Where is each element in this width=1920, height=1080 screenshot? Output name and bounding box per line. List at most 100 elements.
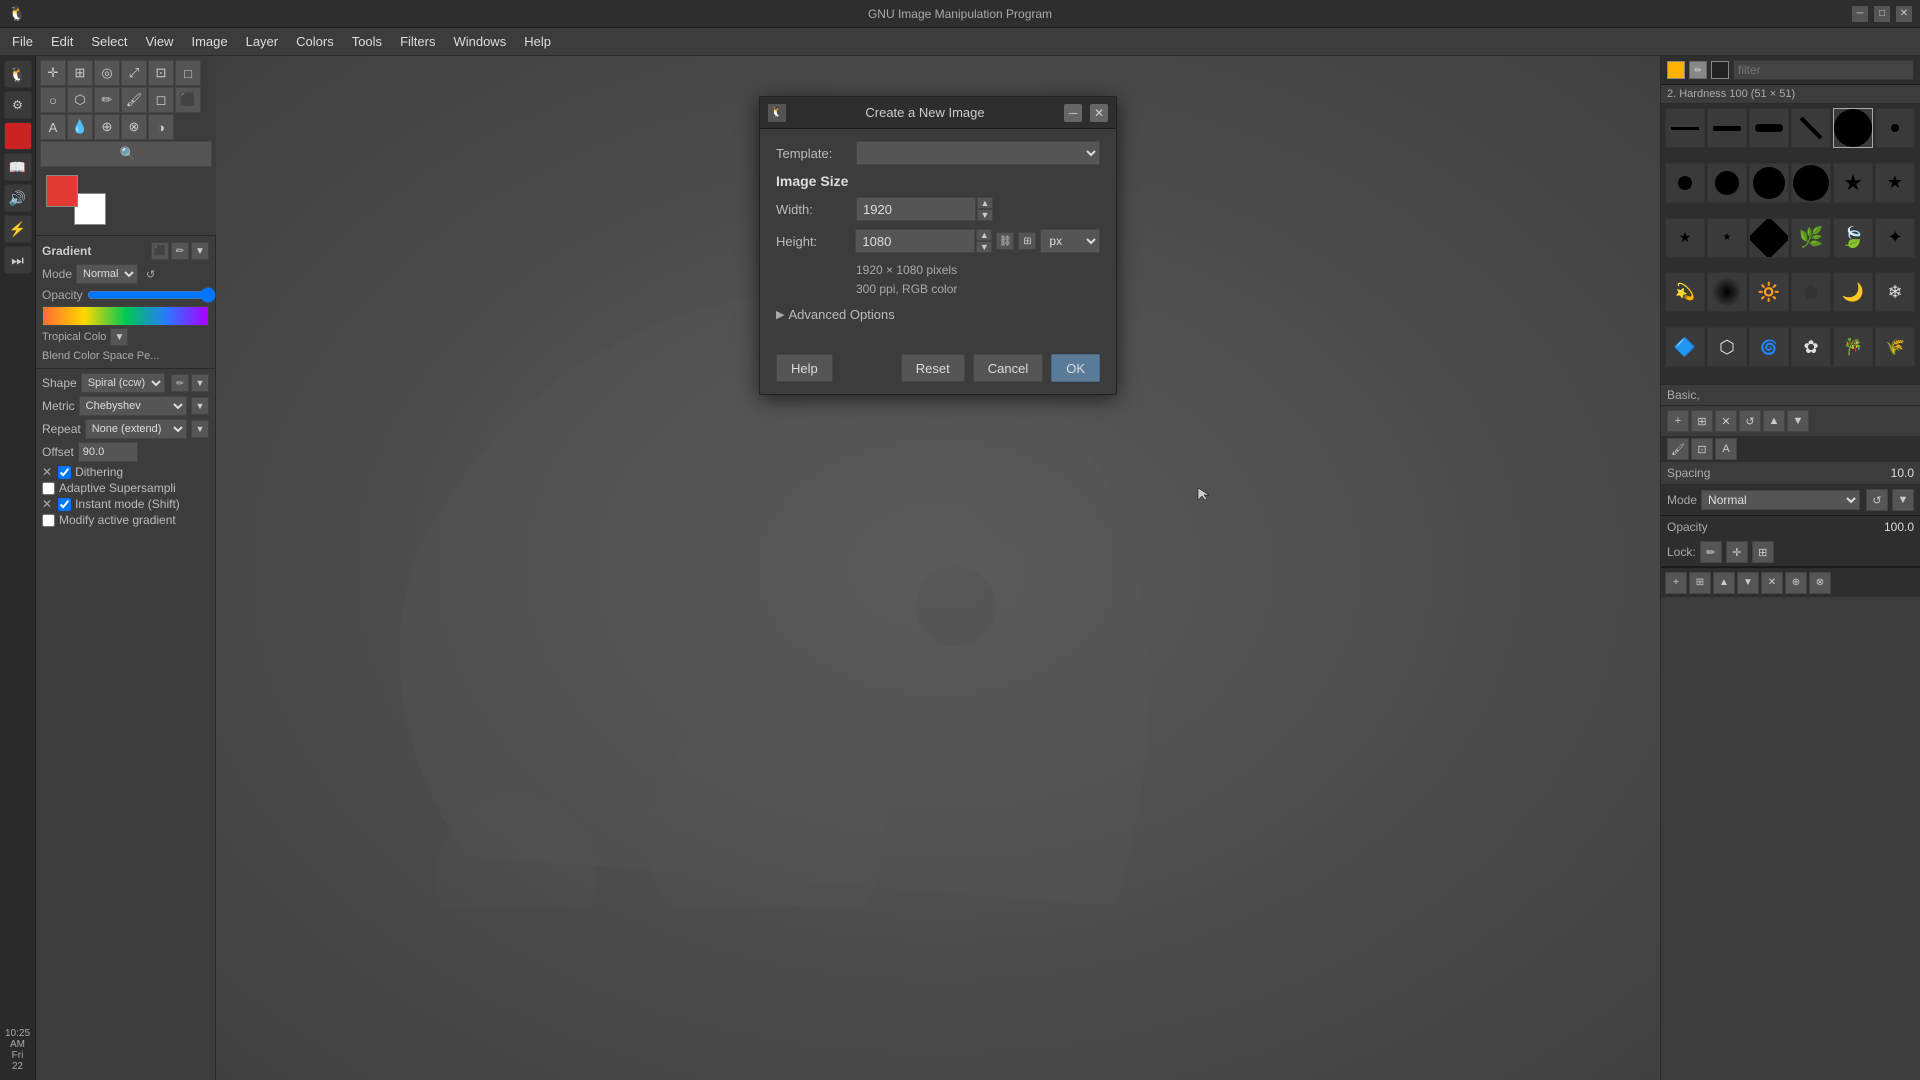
tool-text[interactable]: A [40, 114, 66, 140]
tool-eyedrop[interactable]: 💧 [67, 114, 93, 140]
brush-action-down[interactable]: ▼ [1787, 410, 1809, 432]
taskbar-icon-app[interactable]: ⚙ [4, 91, 32, 119]
tool-transform[interactable]: ⤢ [121, 60, 147, 86]
minimize-button[interactable]: ─ [1852, 6, 1868, 22]
gradient-color-mode[interactable]: ⬛ [151, 242, 169, 260]
background-color-swatch[interactable] [74, 193, 106, 225]
brush-action-up[interactable]: ▲ [1763, 410, 1785, 432]
width-input[interactable] [856, 197, 976, 221]
tool-lasso[interactable]: ⬡ [67, 87, 93, 113]
bottom-up-btn[interactable]: ▲ [1713, 572, 1735, 594]
brush-item[interactable]: ★ [1665, 218, 1705, 258]
lock-pencil-btn[interactable]: ✏ [1700, 541, 1722, 563]
layer-mode-select[interactable]: Normal [1701, 490, 1860, 510]
gradient-expand[interactable]: ▼ [191, 242, 209, 260]
brush-item[interactable] [1707, 163, 1747, 203]
bottom-copy-btn[interactable]: ⊞ [1689, 572, 1711, 594]
repeat-select[interactable]: None (extend) [85, 419, 187, 439]
tool-fuzzy[interactable]: ◎ [94, 60, 120, 86]
brush-item[interactable] [1833, 108, 1873, 148]
metric-select[interactable]: Chebyshev [79, 396, 187, 416]
shape-expand-btn[interactable]: ▼ [191, 374, 209, 392]
brush-action-new[interactable]: + [1667, 410, 1689, 432]
dialog-minimize-button[interactable]: ─ [1064, 104, 1082, 122]
brush-item[interactable]: ✦ [1875, 218, 1915, 258]
brush-item[interactable]: ★ [1707, 218, 1747, 258]
menu-edit[interactable]: Edit [43, 31, 81, 52]
tool-zoom[interactable]: 🔍 [40, 141, 212, 167]
bottom-new-btn[interactable]: + [1665, 572, 1687, 594]
brush-item[interactable]: 🌿 [1791, 218, 1831, 258]
gradient-preview[interactable] [42, 306, 209, 326]
bottom-down-btn[interactable]: ▼ [1737, 572, 1759, 594]
tool-ellipse[interactable]: ○ [40, 87, 66, 113]
bottom-flatten-btn[interactable]: ⊗ [1809, 572, 1831, 594]
link-icon-chain2[interactable]: ⊞ [1018, 232, 1036, 250]
brush-filter-input[interactable] [1733, 60, 1914, 80]
brush-text-btn[interactable]: A [1715, 438, 1737, 460]
tool-clone[interactable]: ⊕ [94, 114, 120, 140]
height-down-btn[interactable]: ▼ [976, 241, 992, 253]
ok-button[interactable]: OK [1051, 354, 1100, 382]
bottom-delete-btn[interactable]: ✕ [1761, 572, 1783, 594]
brush-item[interactable] [1749, 163, 1789, 203]
taskbar-icon-wifi[interactable]: ⚡ [4, 215, 32, 243]
instant-checkbox[interactable] [58, 498, 71, 511]
brush-item[interactable]: 💫 [1665, 272, 1705, 312]
dithering-checkbox[interactable] [58, 466, 71, 479]
gradient-edit[interactable]: ✏ [171, 242, 189, 260]
brush-item[interactable] [1791, 108, 1831, 148]
brush-item[interactable] [1875, 108, 1915, 148]
layer-mode-reset[interactable]: ↺ [1866, 489, 1888, 511]
brush-item[interactable] [1707, 108, 1747, 148]
offset-input[interactable] [78, 442, 138, 462]
brush-action-copy[interactable]: ⊞ [1691, 410, 1713, 432]
shape-edit-btn[interactable]: ✏ [171, 374, 189, 392]
unit-select[interactable]: px in mm [1040, 229, 1100, 253]
tool-pencil[interactable]: ✏ [94, 87, 120, 113]
repeat-expand-btn[interactable]: ▼ [191, 420, 209, 438]
height-up-btn[interactable]: ▲ [976, 229, 992, 241]
fg-bg-color-selector[interactable] [46, 175, 106, 225]
taskbar-icon-active[interactable] [4, 122, 32, 150]
taskbar-icon-book[interactable]: 📖 [4, 153, 32, 181]
foreground-color-swatch[interactable] [46, 175, 78, 207]
width-up-btn[interactable]: ▲ [977, 197, 993, 209]
template-select[interactable] [856, 141, 1100, 165]
brush-item[interactable]: 🔷 [1665, 327, 1705, 367]
lock-alpha-btn[interactable]: ⊞ [1752, 541, 1774, 563]
brush-item[interactable]: ⬡ [1707, 327, 1747, 367]
menu-image[interactable]: Image [183, 31, 235, 52]
brush-item[interactable]: 🌀 [1749, 327, 1789, 367]
brush-item[interactable] [1665, 108, 1705, 148]
tool-paint[interactable]: 🖌 [121, 87, 147, 113]
color-swatch-black[interactable] [1711, 61, 1729, 79]
color-swatch-orange[interactable] [1667, 61, 1685, 79]
brush-select-btn[interactable]: ⊡ [1691, 438, 1713, 460]
brush-item[interactable]: 🌾 [1875, 327, 1915, 367]
brush-item[interactable]: ✿ [1791, 327, 1831, 367]
brush-item[interactable]: 🌙 [1833, 272, 1873, 312]
maximize-button[interactable]: □ [1874, 6, 1890, 22]
lock-move-btn[interactable]: ✛ [1726, 541, 1748, 563]
brush-item[interactable] [1665, 163, 1705, 203]
reset-button[interactable]: Reset [901, 354, 965, 382]
tool-dodge[interactable]: ◑ [148, 114, 174, 140]
menu-tools[interactable]: Tools [344, 31, 390, 52]
brush-item[interactable] [1749, 218, 1789, 258]
tool-align[interactable]: ⊞ [67, 60, 93, 86]
brush-item[interactable] [1749, 108, 1789, 148]
color-swatch-pencil[interactable]: ✏ [1689, 61, 1707, 79]
adaptive-checkbox[interactable] [42, 482, 55, 495]
layer-mode-expand[interactable]: ▼ [1892, 489, 1914, 511]
shape-select[interactable]: Spiral (ccw) [81, 373, 165, 393]
advanced-options-toggle[interactable]: ▶ Advanced Options [776, 307, 1100, 322]
brush-item[interactable]: 🎋 [1833, 327, 1873, 367]
menu-file[interactable]: File [4, 31, 41, 52]
tool-move[interactable]: ✛ [40, 60, 66, 86]
brush-item[interactable] [1791, 163, 1831, 203]
dialog-close-button[interactable]: ✕ [1090, 104, 1108, 122]
tool-heal[interactable]: ⊗ [121, 114, 147, 140]
gradient-name-expand[interactable]: ▼ [110, 328, 128, 346]
tool-fill[interactable]: ⬛ [175, 87, 201, 113]
